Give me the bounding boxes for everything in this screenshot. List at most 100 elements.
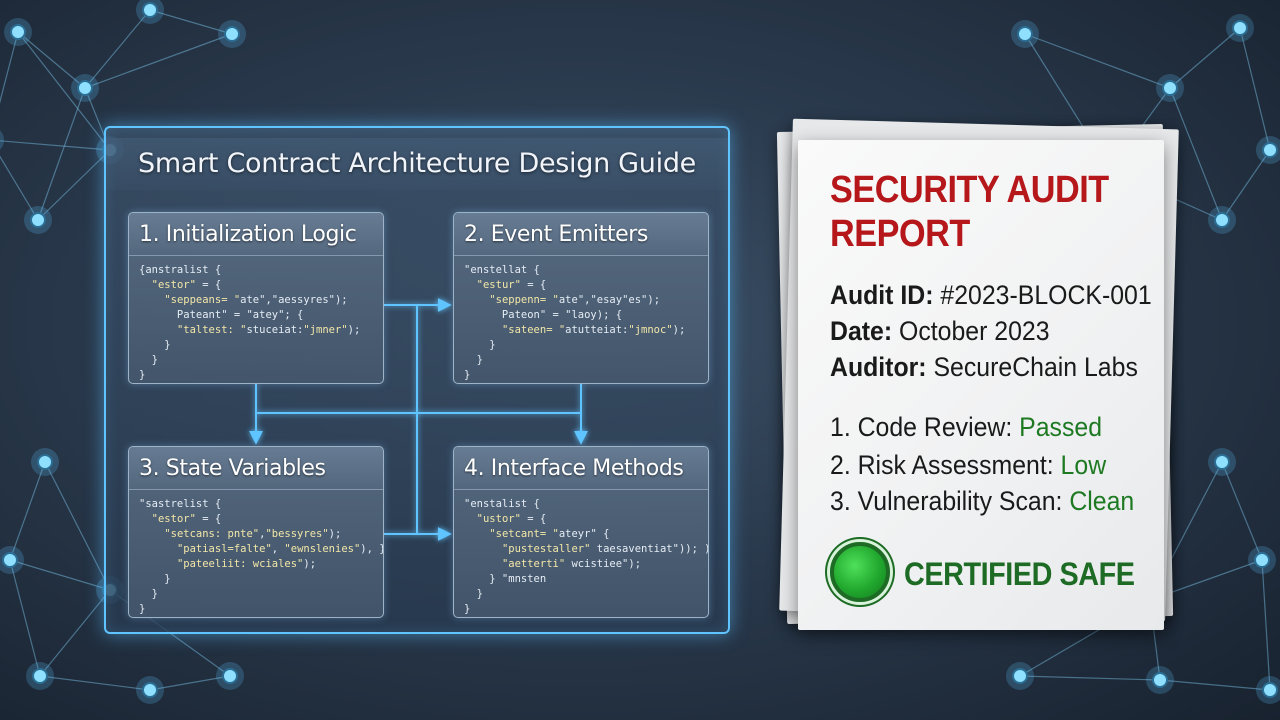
network-node (77, 80, 93, 96)
network-node (1162, 80, 1178, 96)
check-label: 2. Risk Assessment: (830, 450, 1054, 480)
code-line: "seppeans= "ate","aessyres"); (164, 294, 348, 306)
network-node (222, 668, 238, 684)
code-line: } (139, 603, 146, 615)
module-title: 2. Event Emitters (454, 213, 708, 256)
network-link (0, 140, 111, 151)
certified-seal-icon (830, 542, 890, 602)
code-line: "enstellat { (464, 264, 540, 276)
network-node (1214, 212, 1230, 228)
code-line: "enstalist { (464, 498, 540, 510)
date-line: Date: October 2023 (830, 316, 1050, 347)
check-label: 3. Vulnerability Scan: (830, 486, 1063, 516)
network-link (1024, 33, 1171, 89)
audit-id-line: Audit ID: #2023-BLOCK-001 (830, 280, 1152, 311)
code-line: } (464, 339, 496, 351)
network-node (10, 24, 26, 40)
code-snippet: "enstellat { "estur" = { "seppenn= "ate"… (464, 263, 700, 383)
code-line: "aetterti" wcistiee"); (501, 558, 642, 570)
network-node-glow (0, 130, 4, 150)
code-line: } (464, 603, 471, 615)
network-link (9, 559, 41, 677)
code-line: "estor" = { (151, 513, 222, 525)
code-line: "ustor" = { (476, 513, 547, 525)
check-label: 1. Code Review: (830, 412, 1013, 442)
network-link (0, 31, 19, 104)
auditor-label: Auditor: (830, 352, 927, 382)
code-line: } (464, 588, 483, 600)
check-result: Passed (1019, 412, 1103, 442)
audit-id-value: #2023-BLOCK-001 (940, 280, 1152, 310)
code-snippet: "enstalist { "ustor" = { "setcant= "atey… (464, 497, 709, 617)
network-node (1254, 552, 1270, 568)
network-node (2, 552, 18, 568)
network-node (142, 2, 158, 18)
code-snippet: "sastrelist { "estor" = { "setcans: pnte… (139, 497, 384, 617)
code-line: "sateen= "atutteiat:"jmnoc"); (501, 324, 686, 336)
network-link (1239, 27, 1271, 151)
code-snippet: {anstralist { "estor" = { "seppeans= "at… (139, 263, 375, 383)
check-result: Clean (1069, 486, 1135, 516)
code-line: "setcans: pnte","bessyres"); (164, 528, 342, 540)
audit-id-label: Audit ID: (830, 280, 934, 310)
network-link (37, 87, 86, 221)
code-line: } (139, 573, 171, 585)
network-link (1261, 559, 1271, 691)
network-node (1262, 682, 1278, 698)
date-label: Date: (830, 316, 893, 346)
network-node (142, 682, 158, 698)
auditor-value: SecureChain Labs (933, 352, 1138, 382)
module-title: 4. Interface Methods (454, 447, 708, 490)
network-node (37, 454, 53, 470)
code-line: "pateeliit: wciales"); (176, 558, 317, 570)
network-node (224, 26, 240, 42)
code-line: "setcant= "ateyr" { (489, 528, 610, 540)
code-line: "estor" = { (151, 279, 222, 291)
code-line: "pustestaller" taesaventiat")); ); (501, 543, 709, 555)
network-node (1017, 26, 1033, 42)
code-line: } (139, 354, 158, 366)
code-line: "estur" = { (476, 279, 547, 291)
date-value: October 2023 (899, 316, 1050, 346)
code-line: {anstralist { (139, 264, 222, 276)
code-line: Pateon" = "laoy); { (464, 309, 623, 321)
module-title: 1. Initialization Logic (129, 213, 383, 256)
code-line: "patiasl=falte", "ewnslenies"), } (176, 543, 384, 555)
code-line: Pateant" = "atey"; { (139, 309, 304, 321)
code-line: } (464, 369, 471, 381)
network-node (1152, 672, 1168, 688)
design-guide-panel: Smart Contract Architecture Design Guide… (104, 126, 730, 634)
certified-label: CERTIFIED SAFE (904, 556, 1135, 592)
module-title: 3. State Variables (129, 447, 383, 490)
connector-split-across (256, 412, 588, 445)
network-link (44, 461, 111, 591)
network-node (30, 212, 46, 228)
code-line: } (139, 588, 158, 600)
code-line: "seppenn= "ate","esay"es"); (489, 294, 661, 306)
network-node (1262, 142, 1278, 158)
network-link (9, 559, 111, 591)
network-node (1012, 668, 1028, 684)
network-link (39, 589, 111, 677)
check-risk-assessment: 2. Risk Assessment: Low (830, 450, 1106, 481)
code-line: "taltest: "stuceiat:"jmner"); (176, 324, 361, 336)
network-node (1232, 20, 1248, 36)
network-link (9, 461, 46, 561)
check-code-review: 1. Code Review: Passed (830, 412, 1102, 443)
audit-report-sheet: SECURITY AUDIT REPORT Audit ID: #2023-BL… (798, 140, 1164, 630)
network-link (39, 675, 151, 691)
module-card-event-emitters: 2. Event Emitters "enstellat { "estur" =… (453, 212, 709, 384)
network-link (1019, 675, 1161, 681)
code-line: } "mnsten (464, 573, 547, 585)
module-card-initialization-logic: 1. Initialization Logic {anstralist { "e… (128, 212, 384, 384)
code-line: } (464, 354, 483, 366)
code-line: } (139, 369, 146, 381)
network-node (32, 668, 48, 684)
check-vulnerability-scan: 3. Vulnerability Scan: Clean (830, 486, 1134, 517)
report-title: SECURITY AUDIT REPORT (830, 169, 1109, 255)
network-link (1159, 679, 1271, 691)
network-link (37, 149, 111, 221)
code-line: "sastrelist { (139, 498, 222, 510)
module-card-state-variables: 3. State Variables "sastrelist { "estor"… (128, 446, 384, 618)
auditor-line: Auditor: SecureChain Labs (830, 352, 1138, 383)
